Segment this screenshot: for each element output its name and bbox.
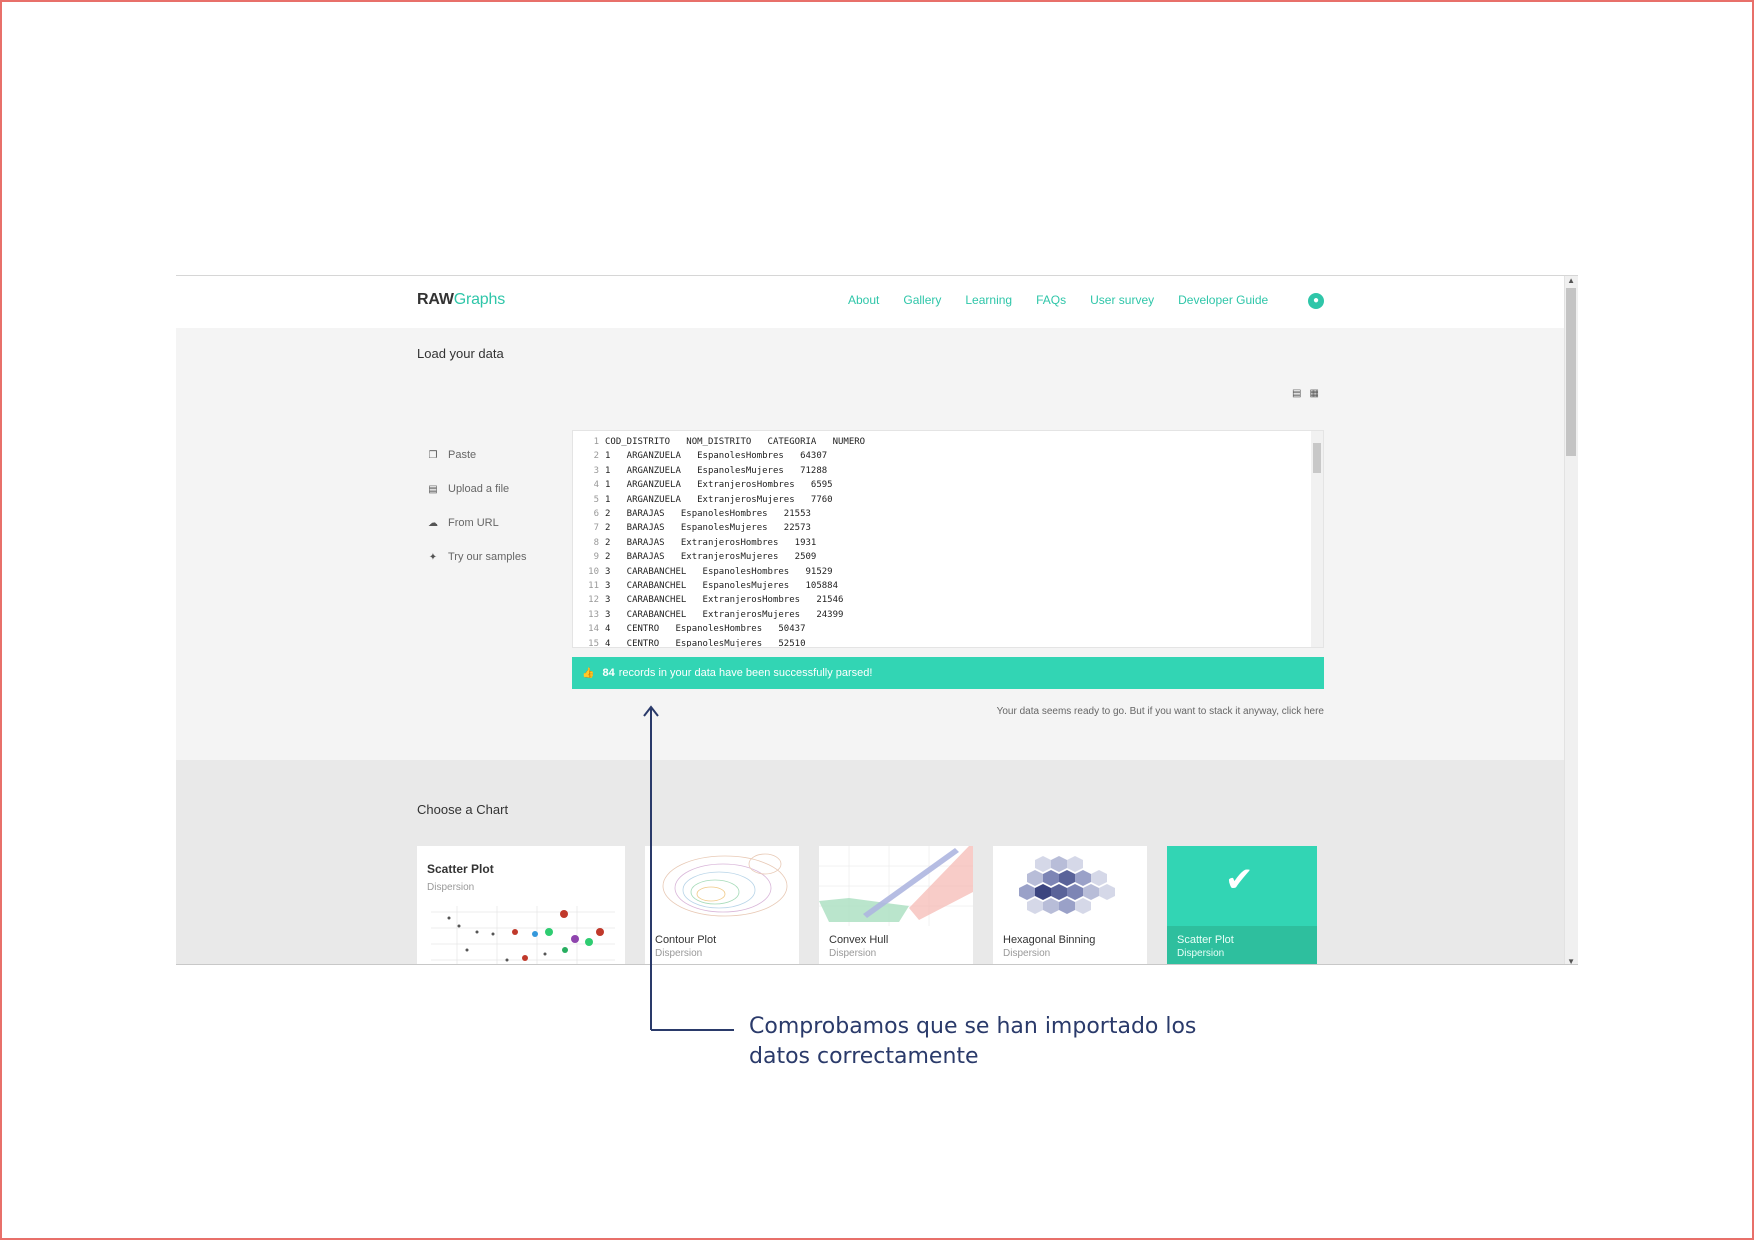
annotation-text: Comprobamos que se han importado los dat… — [749, 1012, 1269, 1072]
annotation-line-2: datos correctamente — [749, 1044, 979, 1069]
annotation-line-1: Comprobamos que se han importado los — [749, 1014, 1197, 1039]
